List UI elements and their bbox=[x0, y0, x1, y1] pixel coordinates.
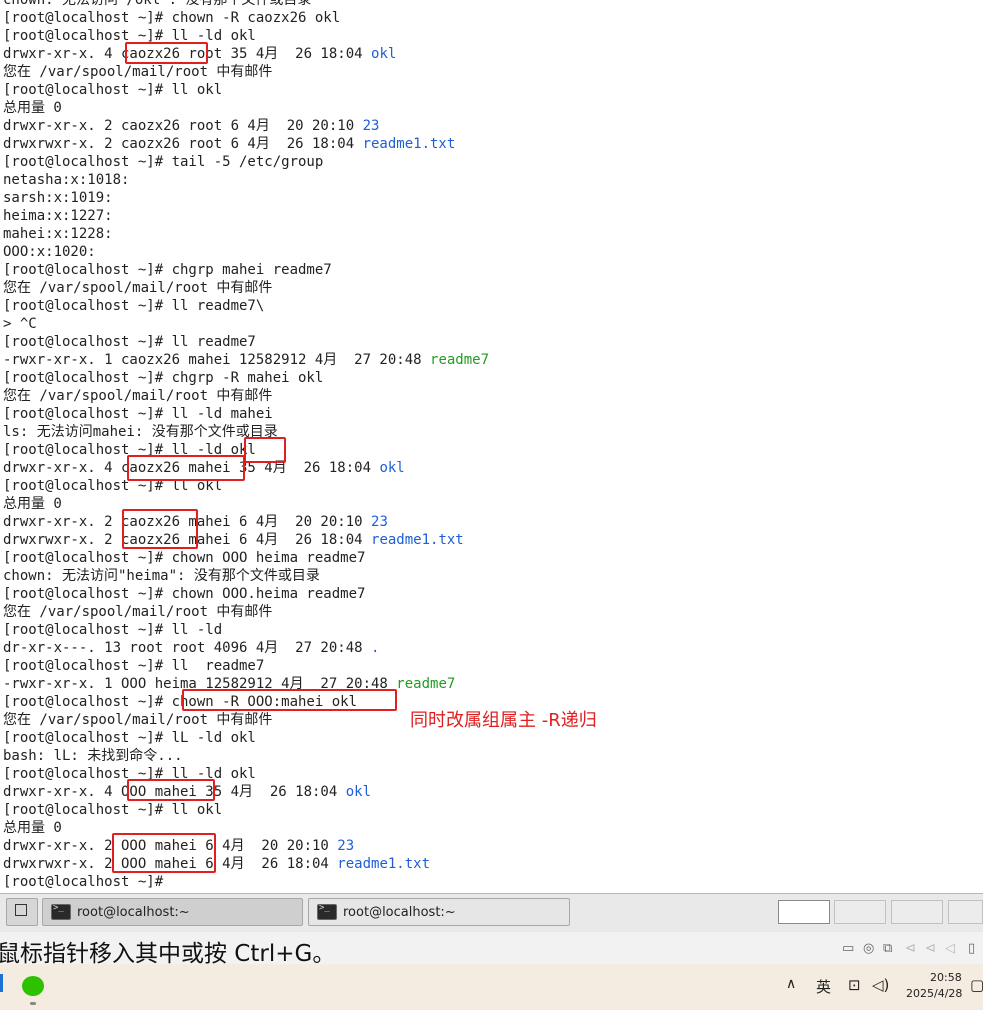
terminal-line: 总用量 0 bbox=[3, 820, 62, 836]
file-name: okl bbox=[345, 784, 372, 800]
notification-icon[interactable]: ▢ bbox=[970, 976, 983, 994]
terminal-icon bbox=[317, 903, 337, 920]
restore-windows-icon bbox=[15, 904, 27, 916]
file-name: readme1.txt bbox=[362, 136, 456, 152]
terminal-line: [root@localhost ~]# ll readme7\ bbox=[3, 298, 265, 314]
terminal-line: -rwxr-xr-x. 1 caozx26 mahei 12582912 4月 … bbox=[3, 351, 489, 369]
workspace-2[interactable] bbox=[834, 900, 886, 924]
terminal-window[interactable]: chown: 无法访问 /okl : 没有那个文件或目录 [root@localh… bbox=[0, 0, 983, 893]
workspace-3[interactable] bbox=[891, 900, 943, 924]
terminal-line: 您在 /var/spool/mail/root 中有邮件 bbox=[3, 604, 273, 620]
highlight-box bbox=[125, 42, 208, 64]
terminal-line: [root@localhost ~]# chown -R caozx26 okl bbox=[3, 10, 341, 26]
terminal-line: chown: 无法访问 /okl : 没有那个文件或目录 bbox=[3, 0, 312, 8]
wechat-icon[interactable] bbox=[22, 976, 44, 996]
terminal-line: 总用量 0 bbox=[3, 496, 62, 512]
terminal-line: [root@localhost ~]# ll okl bbox=[3, 802, 223, 818]
highlight-box bbox=[182, 689, 397, 711]
ime-indicator[interactable]: 英 bbox=[816, 976, 831, 997]
vm-input-hint: 鼠标指针移入其中或按 Ctrl+G。 bbox=[0, 941, 336, 967]
taskbar-window-terminal-2[interactable]: root@localhost:~ bbox=[308, 898, 570, 926]
file-name: readme1.txt bbox=[337, 856, 431, 872]
clock-time[interactable]: 20:58 bbox=[930, 971, 962, 984]
hard-disk-icon[interactable]: ▭ bbox=[842, 941, 854, 956]
terminal-line-text: drwxrwxr-x. 2 caozx26 root 6 4月 26 18:04 bbox=[3, 136, 363, 152]
terminal-line: [root@localhost ~]# lL -ld okl bbox=[3, 730, 256, 746]
vm-status-bar: 鼠标指针移入其中或按 Ctrl+G。 ▭ ◎ ⧉ ⊲ ⊲ ◁ ▯ bbox=[0, 932, 983, 967]
terminal-line: 总用量 0 bbox=[3, 100, 62, 116]
terminal-line: heima:x:1227: bbox=[3, 208, 113, 224]
terminal-line: dr-xr-x---. 13 root root 4096 4月 27 20:4… bbox=[3, 639, 379, 657]
terminal-line: [root@localhost ~]# bbox=[3, 874, 172, 890]
terminal-line: 您在 /var/spool/mail/root 中有邮件 bbox=[3, 712, 273, 728]
workspace-4[interactable] bbox=[948, 900, 983, 924]
terminal-line: [root@localhost ~]# chown OOO.heima read… bbox=[3, 586, 366, 602]
terminal-line: [root@localhost ~]# ll okl bbox=[3, 82, 223, 98]
chevron-up-icon[interactable]: ∧ bbox=[786, 976, 796, 992]
terminal-line: [root@localhost ~]# ll -ld bbox=[3, 622, 223, 638]
message-icon[interactable]: ▯ bbox=[968, 941, 975, 956]
file-name: readme1.txt bbox=[371, 532, 464, 548]
terminal-line: 您在 /var/spool/mail/root 中有邮件 bbox=[3, 64, 273, 80]
audio-icon[interactable]: ◁ bbox=[945, 941, 955, 956]
terminal-line: [root@localhost ~]# ll readme7 bbox=[3, 334, 256, 350]
network-adapter-icon[interactable]: ⧉ bbox=[883, 941, 892, 956]
vm-taskbar: root@localhost:~ root@localhost:~ bbox=[0, 893, 983, 932]
terminal-line: chown: 无法访问"heima": 没有那个文件或目录 bbox=[3, 568, 320, 584]
terminal-line: bash: lL: 未找到命令... bbox=[3, 748, 183, 764]
taskbar-window-label: root@localhost:~ bbox=[77, 905, 190, 920]
terminal-line: drwxrwxr-x. 2 caozx26 mahei 6 4月 26 18:0… bbox=[3, 531, 464, 549]
file-name: 23 bbox=[371, 514, 388, 530]
terminal-line: [root@localhost ~]# chgrp -R mahei okl bbox=[3, 370, 324, 386]
workspace-1[interactable] bbox=[778, 900, 830, 924]
sound-card-icon[interactable]: ⊲ bbox=[925, 941, 936, 956]
file-name: 23 bbox=[362, 118, 380, 134]
show-desktop-button[interactable] bbox=[6, 898, 38, 926]
taskbar-window-label: root@localhost:~ bbox=[343, 905, 456, 920]
network-icon[interactable]: ⊡ bbox=[848, 976, 861, 994]
highlight-box bbox=[122, 509, 198, 549]
file-name: readme7 bbox=[396, 676, 456, 692]
terminal-line-text: -rwxr-xr-x. 1 caozx26 mahei 12582912 4月 … bbox=[3, 352, 431, 368]
file-name: readme7 bbox=[430, 352, 490, 368]
taskbar-window-terminal-1[interactable]: root@localhost:~ bbox=[42, 898, 303, 926]
wechat-running-indicator bbox=[30, 1002, 36, 1005]
highlight-box bbox=[127, 455, 245, 481]
terminal-icon bbox=[51, 903, 71, 920]
highlight-box bbox=[244, 437, 286, 463]
taskbar-edge-icon bbox=[0, 974, 3, 992]
file-name: okl bbox=[379, 460, 405, 476]
terminal-line-text: drwxr-xr-x. 2 caozx26 root 6 4月 20 20:10 bbox=[3, 118, 363, 134]
terminal-line: [root@localhost ~]# chgrp mahei readme7 bbox=[3, 262, 332, 278]
terminal-line: netasha:x:1018: bbox=[3, 172, 130, 188]
clock-date[interactable]: 2025/4/28 bbox=[906, 987, 962, 1000]
usb-icon[interactable]: ⊲ bbox=[905, 941, 916, 956]
terminal-line: sarsh:x:1019: bbox=[3, 190, 113, 206]
terminal-line: mahei:x:1228: bbox=[3, 226, 113, 242]
terminal-line: [root@localhost ~]# ll readme7 bbox=[3, 658, 265, 674]
terminal-line: drwxr-xr-x. 2 caozx26 root 6 4月 20 20:10… bbox=[3, 117, 379, 135]
windows-taskbar: ∧ 英 ⊡ ◁) 20:58 2025/4/28 ▢ bbox=[0, 964, 983, 1010]
file-name: 23 bbox=[337, 838, 355, 854]
terminal-line: 您在 /var/spool/mail/root 中有邮件 bbox=[3, 388, 273, 404]
terminal-line: [root@localhost ~]# ll -ld mahei bbox=[3, 406, 273, 422]
annotation-note: 同时改属组属主 -R递归 bbox=[410, 710, 597, 731]
terminal-line: > ^C bbox=[3, 316, 37, 332]
terminal-line: 您在 /var/spool/mail/root 中有邮件 bbox=[3, 280, 273, 296]
terminal-line: OOO:x:1020: bbox=[3, 244, 96, 260]
file-name: . bbox=[371, 640, 380, 656]
terminal-line: drwxrwxr-x. 2 OOO mahei 6 4月 26 18:04 re… bbox=[3, 855, 430, 873]
terminal-line: [root@localhost ~]# tail -5 /etc/group bbox=[3, 154, 324, 170]
cd-drive-icon[interactable]: ◎ bbox=[863, 941, 874, 956]
highlight-box bbox=[112, 833, 216, 873]
terminal-line-text: dr-xr-x---. 13 root root 4096 4月 27 20:4… bbox=[3, 640, 372, 656]
volume-icon[interactable]: ◁) bbox=[872, 976, 889, 994]
terminal-line: ls: 无法访问mahei: 没有那个文件或目录 bbox=[3, 424, 278, 440]
file-name: okl bbox=[371, 46, 397, 62]
terminal-line: drwxrwxr-x. 2 caozx26 root 6 4月 26 18:04… bbox=[3, 135, 455, 153]
highlight-box bbox=[127, 779, 215, 801]
terminal-line: [root@localhost ~]# chown OOO heima read… bbox=[3, 550, 366, 566]
